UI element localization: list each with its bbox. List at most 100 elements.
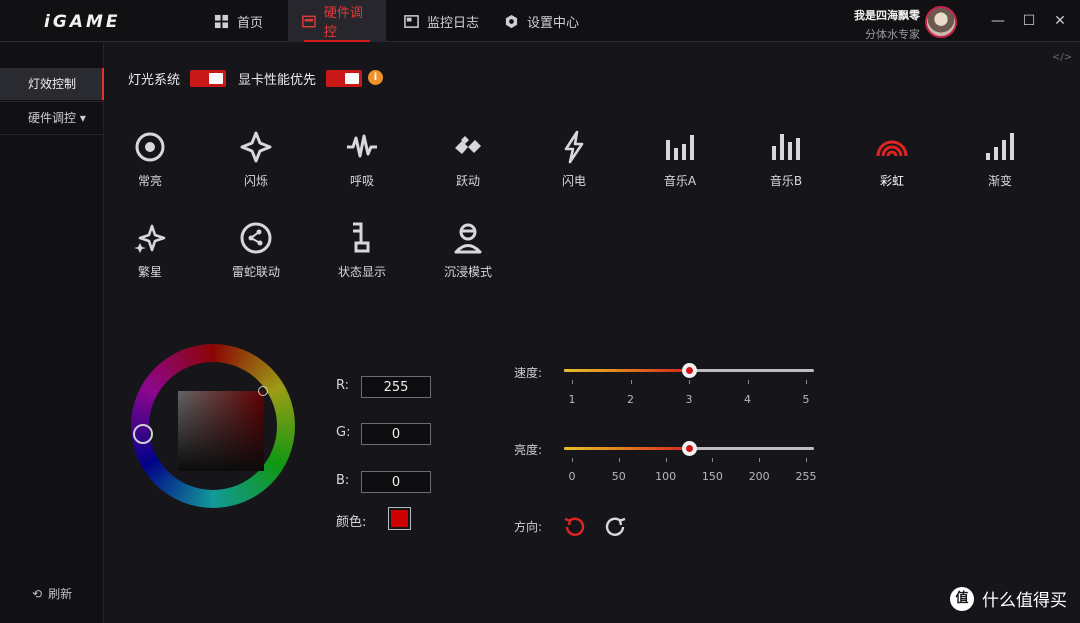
razer-sync-icon [240, 222, 272, 254]
effect-label: 渐变 [987, 174, 1012, 188]
effect-flash[interactable]: 闪烁 [216, 130, 296, 189]
effect-breath[interactable]: 呼吸 [322, 130, 402, 189]
refresh-label: 刷新 [48, 587, 73, 601]
color-swatch-label: 颜色: [336, 515, 367, 530]
effect-label: 雷蛇联动 [231, 265, 280, 279]
igame-logo: iGAME [44, 12, 121, 32]
effect-label: 跃动 [455, 174, 480, 188]
lighting-toggle-label: 灯光系统 [128, 73, 181, 88]
rotate-ccw-icon[interactable] [562, 515, 586, 539]
hue-handle[interactable] [133, 424, 153, 444]
effect-gradient[interactable]: 渐变 [960, 130, 1040, 189]
home-grid-icon [214, 14, 229, 28]
music-bars-b-icon [772, 134, 800, 160]
code-icon[interactable]: </> [1052, 52, 1072, 63]
effect-label: 常亮 [137, 174, 162, 188]
effect-razer-sync[interactable]: 雷蛇联动 [216, 221, 296, 280]
bright-tick [759, 458, 761, 462]
g-input[interactable] [361, 423, 431, 445]
effect-jump[interactable]: 跃动 [428, 130, 508, 189]
bright-tick [712, 458, 714, 462]
status-display-icon [353, 222, 370, 253]
maximize-button[interactable]: ☐ [1019, 11, 1039, 31]
bright-tick-label: 50 [611, 470, 626, 483]
effect-rainbow[interactable]: 彩虹 [852, 130, 932, 189]
effect-label: 彩虹 [879, 174, 904, 188]
effect-lightning[interactable]: 闪电 [534, 130, 614, 189]
steady-circle-icon [135, 132, 165, 162]
tab-settings[interactable]: 设置中心 [490, 0, 593, 42]
lighting-toggle[interactable] [190, 70, 226, 87]
direction-label: 方向: [514, 520, 543, 534]
minimize-button[interactable]: — [988, 11, 1008, 31]
color-swatch[interactable] [388, 507, 411, 530]
speed-tick [747, 380, 749, 384]
gpu-priority-label: 显卡性能优先 [238, 73, 317, 88]
jump-diamond-icon [455, 136, 481, 154]
effect-status-display[interactable]: 状态显示 [322, 221, 402, 280]
bright-tick-label: 200 [748, 470, 770, 483]
r-input[interactable] [361, 376, 431, 398]
tab-monitor-log[interactable]: 监控日志 [390, 0, 493, 42]
sidebar-item-hardware[interactable]: 硬件调控 ▾ [0, 102, 104, 134]
info-icon[interactable]: i [368, 70, 383, 85]
effect-label: 闪烁 [243, 174, 268, 188]
speed-tick-label: 5 [802, 393, 810, 406]
user-name: 我是四海飘零 [854, 9, 920, 22]
speed-slider-fill [564, 369, 689, 372]
saturation-value-picker[interactable] [178, 391, 264, 471]
brightness-label: 亮度: [514, 443, 543, 457]
rainbow-arc-icon [876, 140, 908, 157]
effect-steady[interactable]: 常亮 [110, 130, 190, 189]
refresh-icon: ⟲ [32, 586, 43, 601]
brightness-slider-fill [564, 447, 690, 450]
speed-tick-label: 3 [685, 393, 693, 406]
effect-music-a[interactable]: 音乐A [640, 130, 720, 189]
hardware-card-icon [302, 15, 316, 27]
b-input[interactable] [361, 471, 431, 493]
title-bar: iGAME 首页 硬件调控 监控日志 设置中心 我是四海飘零 分体水专家 — ☐… [0, 0, 1080, 42]
sidebar-divider [0, 134, 104, 135]
sidebar-item-lighting[interactable]: 灯效控制 [0, 68, 104, 100]
tab-monitor-log-label: 监控日志 [427, 15, 480, 31]
effect-label: 沉浸模式 [443, 265, 492, 279]
speed-slider-knob[interactable] [682, 363, 697, 378]
bright-tick [618, 458, 620, 462]
gradient-bars-icon [986, 133, 1014, 160]
breath-wave-icon [347, 134, 377, 158]
bright-tick-label: 255 [795, 470, 817, 483]
brightness-slider-knob[interactable] [682, 441, 698, 456]
bright-tick-label: 0 [568, 470, 576, 483]
watermark: 值 什么值得买 [950, 586, 1067, 611]
effect-label: 状态显示 [337, 265, 386, 279]
saturation-handle[interactable] [258, 386, 268, 396]
tab-home[interactable]: 首页 [200, 0, 277, 42]
speed-tick [572, 380, 573, 384]
g-label: G: [336, 425, 351, 440]
speed-tick-label: 4 [744, 393, 751, 406]
monitor-log-icon [404, 14, 419, 28]
speed-label: 速度: [514, 366, 543, 380]
rotate-cw-icon[interactable] [604, 515, 628, 539]
bright-tick [665, 458, 667, 462]
effect-immersive[interactable]: 沉浸模式 [428, 221, 508, 280]
watermark-logo-icon: 值 [950, 586, 974, 611]
speed-tick-label: 2 [627, 393, 634, 406]
music-bars-a-icon [666, 135, 694, 160]
refresh-button[interactable]: ⟲ 刷新 [32, 585, 72, 602]
avatar[interactable] [925, 6, 957, 38]
tab-hardware-label: 硬件调控 [323, 6, 363, 40]
speed-tick-label: 1 [568, 393, 576, 406]
gpu-priority-toggle[interactable] [326, 70, 362, 87]
tab-home-label: 首页 [237, 15, 264, 31]
effect-stars[interactable]: 繁星 [110, 221, 190, 280]
r-label: R: [336, 378, 350, 393]
effect-music-b[interactable]: 音乐B [746, 130, 826, 189]
effect-label: 呼吸 [349, 174, 374, 188]
close-button[interactable]: ✕ [1050, 11, 1070, 31]
bright-tick-label: 100 [655, 470, 677, 483]
tab-hardware[interactable]: 硬件调控 [288, 0, 386, 42]
lightning-icon [564, 130, 584, 164]
color-swatch-fill [391, 510, 408, 527]
flash-sparkle-icon [240, 131, 272, 163]
